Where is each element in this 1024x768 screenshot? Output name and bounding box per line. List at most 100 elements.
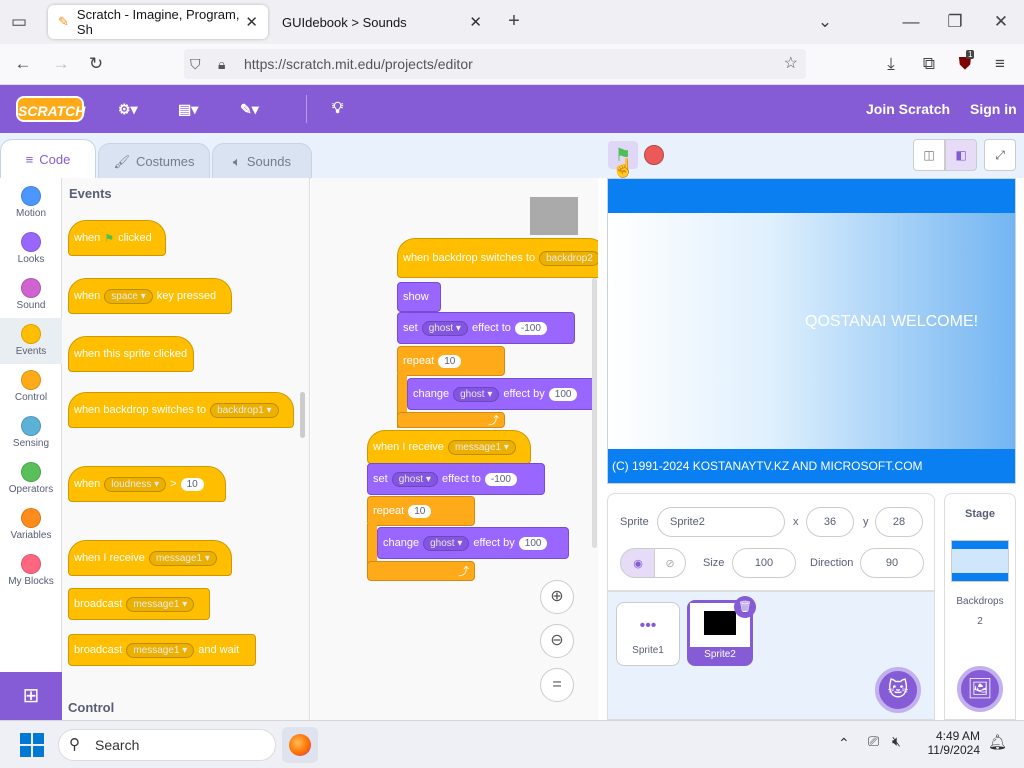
- settings-menu[interactable]: ⚙▾: [118, 85, 138, 133]
- effect-dropdown[interactable]: ghost ▾: [423, 535, 470, 551]
- loudness-dropdown[interactable]: loudness ▾: [104, 476, 167, 492]
- script-repeat[interactable]: repeat 10: [397, 346, 505, 376]
- block-when-sprite-clicked[interactable]: when this sprite clicked: [68, 336, 194, 372]
- key-dropdown[interactable]: space ▾: [104, 288, 153, 304]
- browser-tab-scratch[interactable]: ✎ Scratch - Imagine, Program, Sh ✕: [48, 5, 268, 39]
- effect-dropdown[interactable]: ghost ▾: [391, 471, 438, 487]
- show-visible-button[interactable]: ◉: [620, 548, 656, 578]
- category-operators[interactable]: Operators: [0, 456, 62, 502]
- chevron-down-icon[interactable]: ⌄: [814, 12, 836, 32]
- file-menu[interactable]: ▤▾: [178, 85, 198, 133]
- script-set-ghost[interactable]: set ghost ▾ effect to -100: [397, 312, 575, 344]
- script-set-ghost[interactable]: set ghost ▾ effect to -100: [367, 463, 545, 495]
- back-icon[interactable]: ←: [12, 54, 34, 74]
- effect-value-input[interactable]: 100: [548, 387, 578, 401]
- effect-dropdown[interactable]: ghost ▾: [453, 386, 500, 402]
- stop-button[interactable]: [644, 145, 664, 165]
- category-myblocks[interactable]: My Blocks: [0, 548, 62, 594]
- category-looks[interactable]: Looks: [0, 226, 62, 272]
- tab-costumes[interactable]: 🖌︎ Costumes: [98, 143, 210, 179]
- message-dropdown[interactable]: message1 ▾: [447, 439, 516, 455]
- windows-start-icon[interactable]: [20, 733, 44, 757]
- repeat-count-input[interactable]: 10: [408, 504, 432, 518]
- large-stage-button[interactable]: ◧: [945, 139, 977, 171]
- minimize-icon[interactable]: —: [900, 12, 922, 32]
- sprite-name-input[interactable]: Sprite2: [657, 507, 785, 537]
- script-when-backdrop-switches[interactable]: when backdrop switches to backdrop2: [397, 238, 598, 278]
- block-when-backdrop-switches[interactable]: when backdrop switches to backdrop1 ▾: [68, 392, 294, 428]
- script-show[interactable]: show: [397, 282, 441, 312]
- palette-scrollbar[interactable]: [300, 392, 305, 438]
- backdrop-dropdown[interactable]: backdrop1 ▾: [210, 402, 279, 418]
- block-when-loudness[interactable]: when loudness ▾ >10: [68, 466, 226, 502]
- y-input[interactable]: 28: [875, 507, 923, 537]
- block-broadcast[interactable]: broadcast message1 ▾: [68, 588, 210, 620]
- choose-backdrop-button[interactable]: 🖼︎: [957, 666, 1003, 712]
- script-change-ghost[interactable]: change ghost ▾ effect by 100: [377, 527, 569, 559]
- loudness-input[interactable]: 10: [180, 477, 204, 491]
- hide-button[interactable]: ⊘: [654, 548, 686, 578]
- close-tab-icon[interactable]: ✕: [245, 13, 258, 31]
- bookmark-star-icon[interactable]: ☆: [784, 49, 798, 79]
- tab-list-icon[interactable]: ▭: [8, 12, 30, 32]
- script-scrollbar[interactable]: [592, 278, 597, 548]
- message-dropdown[interactable]: message1 ▾: [126, 596, 195, 612]
- category-motion[interactable]: Motion: [0, 180, 62, 226]
- stage-panel[interactable]: Stage Backdrops 2 🖼︎: [944, 493, 1016, 720]
- block-when-i-receive[interactable]: when I receive message1 ▾: [68, 540, 232, 576]
- block-when-key-pressed[interactable]: when space ▾ key pressed: [68, 278, 232, 314]
- message-dropdown[interactable]: message1 ▾: [148, 550, 217, 566]
- sign-in-link[interactable]: Sign in: [970, 85, 1017, 133]
- browser-tab-guidebook[interactable]: GUIdebook > Sounds ✕: [272, 5, 492, 39]
- delete-sprite-button[interactable]: 🗑︎: [734, 596, 756, 618]
- taskbar-clock[interactable]: 4:49 AM 11/9/2024: [920, 729, 981, 757]
- join-scratch-link[interactable]: Join Scratch: [866, 85, 950, 133]
- notification-bell-icon[interactable]: 🔔︎: [988, 733, 1007, 751]
- address-bar[interactable]: ⛉ 🔒︎ https://scratch.mit.edu/projects/ed…: [184, 49, 806, 79]
- effect-dropdown[interactable]: ghost ▾: [421, 320, 468, 336]
- ublock-icon[interactable]: ⛊ 1: [954, 50, 976, 74]
- network-icon[interactable]: ⎚: [868, 733, 879, 750]
- category-variables[interactable]: Variables: [0, 502, 62, 548]
- taskbar-search[interactable]: ⚲ Search: [58, 729, 276, 761]
- extensions-icon[interactable]: ⧉: [918, 54, 940, 74]
- zoom-reset-button[interactable]: =: [540, 668, 574, 702]
- x-input[interactable]: 36: [806, 507, 854, 537]
- effect-value-input[interactable]: -100: [484, 472, 517, 486]
- download-icon[interactable]: ⤓: [880, 54, 902, 74]
- tab-sounds[interactable]: 🔈︎ Sounds: [212, 143, 312, 179]
- sprite-thumb-sprite1[interactable]: ••• Sprite1: [616, 602, 680, 666]
- choose-sprite-button[interactable]: 🐱︎: [875, 667, 921, 713]
- close-window-icon[interactable]: ✕: [990, 12, 1012, 32]
- edit-menu[interactable]: ✎▾: [240, 85, 259, 133]
- category-sound[interactable]: Sound: [0, 272, 62, 318]
- tutorials-button[interactable]: 💡︎: [332, 85, 343, 133]
- direction-input[interactable]: 90: [860, 548, 924, 578]
- backdrop-dropdown[interactable]: backdrop2: [539, 250, 598, 266]
- forward-icon[interactable]: →: [50, 54, 72, 74]
- block-broadcast-and-wait[interactable]: broadcast message1 ▾ and wait: [68, 634, 256, 666]
- close-tab-icon[interactable]: ✕: [469, 13, 482, 31]
- script-repeat[interactable]: repeat 10: [367, 496, 475, 526]
- script-when-i-receive[interactable]: when I receive message1 ▾: [367, 430, 531, 464]
- zoom-out-button[interactable]: ⊖: [540, 624, 574, 658]
- repeat-count-input[interactable]: 10: [438, 354, 462, 368]
- message-dropdown[interactable]: message1 ▾: [126, 642, 195, 658]
- category-sensing[interactable]: Sensing: [0, 410, 62, 456]
- block-when-flag-clicked[interactable]: when ⚑ clicked: [68, 220, 166, 256]
- zoom-in-button[interactable]: ⊕: [540, 580, 574, 614]
- chevron-up-icon[interactable]: ⌃: [838, 735, 850, 752]
- speaker-muted-icon[interactable]: 🔇︎: [892, 733, 901, 750]
- script-change-ghost[interactable]: change ghost ▾ effect by 100: [407, 378, 595, 410]
- add-extension-button[interactable]: ⊞: [0, 672, 62, 720]
- menu-icon[interactable]: ≡: [989, 54, 1011, 74]
- stage-canvas[interactable]: QOSTANAI WELCOME! (C) 1991-2024 KOSTANAY…: [607, 178, 1016, 484]
- restore-icon[interactable]: ❐: [944, 12, 966, 32]
- category-control[interactable]: Control: [0, 364, 62, 410]
- tab-code[interactable]: ≡ Code: [0, 139, 96, 179]
- effect-value-input[interactable]: 100: [518, 536, 548, 550]
- fullscreen-button[interactable]: ⤢: [984, 139, 1016, 171]
- new-tab-icon[interactable]: +: [503, 10, 525, 33]
- category-events[interactable]: Events: [0, 318, 62, 364]
- small-stage-button[interactable]: ◫: [913, 139, 945, 171]
